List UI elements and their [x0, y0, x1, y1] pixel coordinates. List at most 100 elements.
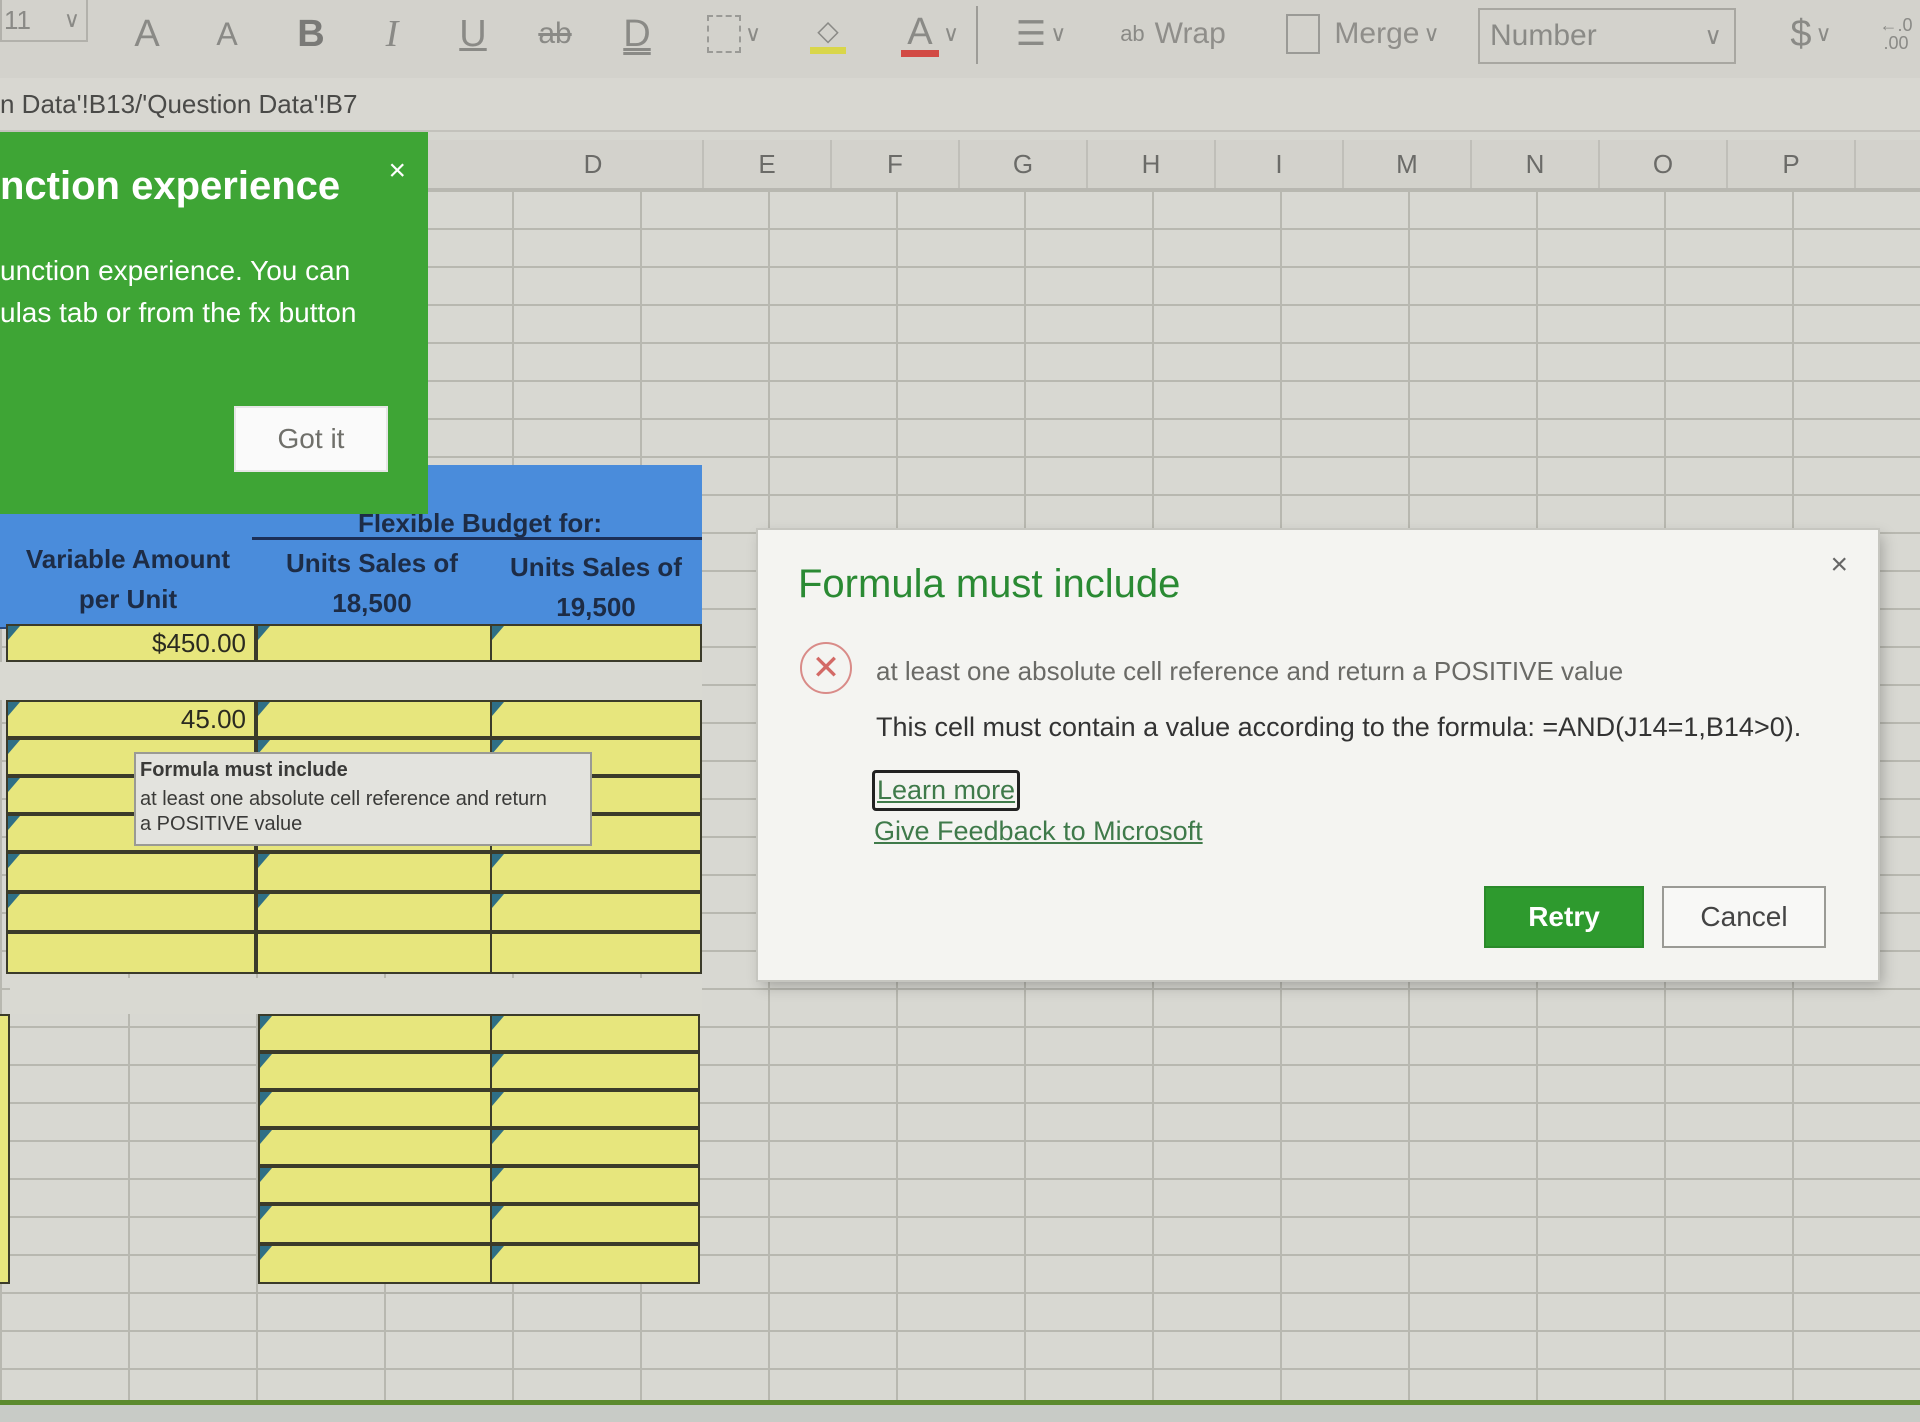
cell-variable-amount[interactable]: 45.00	[6, 700, 256, 738]
cancel-button[interactable]: Cancel	[1662, 886, 1826, 948]
close-icon[interactable]: ×	[1830, 548, 1848, 582]
column-header[interactable]: G	[960, 140, 1088, 188]
column-header[interactable]: E	[704, 140, 832, 188]
input-cell[interactable]	[490, 1014, 700, 1052]
chevron-down-icon: ∨	[1704, 22, 1722, 50]
column-header[interactable]: D	[484, 140, 704, 188]
merge-icon	[1286, 14, 1321, 54]
toolbar-divider	[976, 6, 978, 64]
input-cell[interactable]	[490, 1090, 700, 1128]
chevron-down-icon: ∨	[744, 21, 762, 46]
input-cell[interactable]	[256, 892, 492, 932]
number-format-dropdown[interactable]: Number ∨	[1478, 8, 1736, 64]
italic-icon[interactable]: I	[372, 4, 412, 64]
merge-button[interactable]: Merge ∨	[1274, 4, 1452, 64]
borders-icon	[706, 15, 741, 53]
input-cell[interactable]	[256, 624, 492, 662]
input-cell[interactable]	[490, 1052, 700, 1090]
input-cell[interactable]	[256, 700, 492, 738]
shrink-font-icon[interactable]: A	[204, 4, 250, 64]
cell-variable-amount[interactable]: $450.00	[6, 624, 256, 662]
chevron-down-icon: ∨	[1815, 21, 1832, 46]
dialog-message-primary: at least one absolute cell reference and…	[876, 656, 1624, 686]
input-cell[interactable]	[256, 932, 492, 974]
sheet-bottom-bar	[0, 1400, 1920, 1422]
input-cell[interactable]	[490, 852, 702, 892]
coachmark-body-line2: ulas tab or from the fx button	[0, 297, 357, 328]
font-size-value: 11	[4, 4, 31, 35]
input-cell[interactable]	[258, 1166, 492, 1204]
error-circle-icon: ✕	[800, 642, 852, 694]
spacer-row	[0, 662, 702, 700]
column-header[interactable]: P	[1728, 140, 1856, 188]
col-d-header-line1: Units Sales of	[510, 552, 682, 582]
input-cell[interactable]	[6, 892, 256, 932]
input-cell[interactable]	[490, 892, 702, 932]
ribbon-toolbar: 11 ∨ A A B I U ab D ∨ ◇ A ∨ ☰ ∨ ab Wrap …	[0, 0, 1920, 81]
input-cell[interactable]	[258, 1204, 492, 1244]
dialog-message-formula: This cell must contain a value according…	[876, 712, 1802, 742]
input-cell[interactable]	[490, 624, 702, 662]
col-b-header-line1: Variable Amount	[25, 544, 231, 574]
increase-decimal-icon[interactable]: ←.0 .00	[1872, 4, 1920, 64]
coachmark-body-line1: unction experience. You can	[0, 255, 351, 286]
input-cell[interactable]	[6, 932, 256, 974]
input-cell[interactable]	[490, 932, 702, 974]
learn-more-link[interactable]: Learn more	[872, 770, 1021, 811]
column-header[interactable]: O	[1600, 140, 1728, 188]
column-header[interactable]: M	[1344, 140, 1472, 188]
col-c-header-line2: 18,500	[332, 588, 412, 618]
number-format-value: Number	[1490, 19, 1597, 52]
column-header[interactable]: H	[1088, 140, 1216, 188]
header-underline	[252, 537, 702, 540]
cell-value: 45.00	[180, 703, 246, 734]
formula-bar[interactable]: n Data'!B13/'Question Data'!B7	[0, 78, 1920, 132]
underline-icon[interactable]: U	[450, 4, 496, 64]
font-color-button[interactable]: A ∨	[890, 4, 970, 64]
column-header[interactable]: I	[1216, 140, 1344, 188]
input-cell[interactable]	[6, 852, 256, 892]
strikethrough-icon[interactable]: ab	[530, 4, 580, 64]
input-cell[interactable]	[490, 1244, 700, 1284]
borders-button[interactable]: ∨	[694, 4, 774, 64]
input-cell[interactable]	[258, 1052, 492, 1090]
double-underline-icon[interactable]: D	[614, 4, 660, 64]
input-cell[interactable]	[258, 1014, 492, 1052]
font-color-swatch	[900, 50, 939, 57]
col-c-header-line1: Units Sales of	[286, 548, 458, 578]
give-feedback-link[interactable]: Give Feedback to Microsoft	[874, 816, 1203, 847]
input-cell[interactable]	[256, 852, 492, 892]
merge-label: Merge	[1334, 17, 1420, 50]
currency-button[interactable]: $ ∨	[1776, 4, 1846, 64]
dollar-icon: $	[1790, 12, 1812, 55]
wrap-text-button[interactable]: ab Wrap	[1108, 4, 1238, 64]
column-header[interactable]: F	[832, 140, 960, 188]
fill-color-button[interactable]: ◇	[792, 4, 864, 64]
input-cell[interactable]	[258, 1090, 492, 1128]
chevron-down-icon: ∨	[1050, 21, 1067, 46]
formula-text[interactable]: n Data'!B13/'Question Data'!B7	[0, 89, 357, 120]
align-icon: ☰	[1015, 15, 1047, 53]
retry-button[interactable]: Retry	[1484, 886, 1644, 948]
input-cell[interactable]	[490, 1166, 700, 1204]
input-cell[interactable]	[490, 700, 702, 738]
wrap-label: Wrap	[1154, 17, 1226, 50]
coachmark-title: nction experience	[0, 164, 341, 208]
input-cell[interactable]	[490, 1204, 700, 1244]
grow-font-icon[interactable]: A	[122, 4, 172, 64]
bold-icon[interactable]: B	[288, 4, 334, 64]
input-cell[interactable]	[258, 1128, 492, 1166]
align-button[interactable]: ☰ ∨	[1004, 4, 1078, 64]
cell-value: $450.00	[152, 627, 246, 658]
got-it-button[interactable]: Got it	[234, 406, 388, 472]
chevron-down-icon: ∨	[63, 7, 80, 32]
font-size-dropdown[interactable]: 11 ∨	[0, 0, 88, 42]
paint-bucket-icon: ◇	[817, 15, 839, 46]
tooltip-title: Formula must include	[140, 759, 348, 781]
input-cell[interactable]	[258, 1244, 492, 1284]
highlight-swatch	[810, 47, 846, 54]
input-cell-edge[interactable]	[0, 1014, 10, 1284]
input-cell[interactable]	[490, 1128, 700, 1166]
close-icon[interactable]: ×	[388, 154, 406, 188]
column-header[interactable]: N	[1472, 140, 1600, 188]
